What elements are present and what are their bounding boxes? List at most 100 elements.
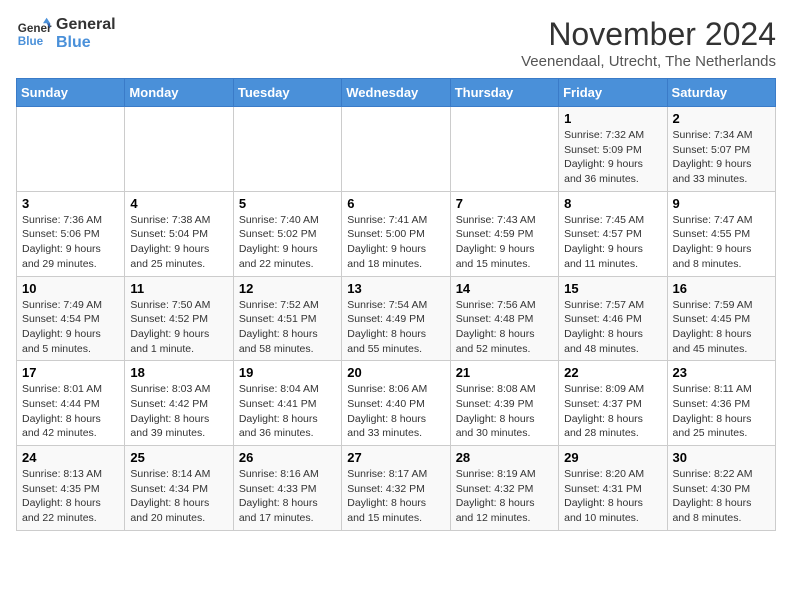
day-info: Sunrise: 7:40 AM Sunset: 5:02 PM Dayligh… — [239, 213, 336, 272]
day-number: 30 — [673, 450, 770, 465]
day-number: 20 — [347, 365, 444, 380]
svg-text:Blue: Blue — [18, 35, 44, 48]
weekday-header: Wednesday — [342, 79, 450, 107]
calendar-cell: 20 Sunrise: 8:06 AM Sunset: 4:40 PM Dayli… — [342, 361, 450, 446]
calendar-cell: 19Sunrise: 8:04 AM Sunset: 4:41 PM Dayli… — [233, 361, 341, 446]
calendar-cell: 16Sunrise: 7:59 AM Sunset: 4:45 PM Dayli… — [667, 276, 775, 361]
weekday-header: Tuesday — [233, 79, 341, 107]
month-title: November 2024 — [521, 16, 776, 53]
calendar-cell: 4 Sunrise: 7:38 AM Sunset: 5:04 PM Daylig… — [125, 191, 233, 276]
day-info: Sunrise: 8:03 AM Sunset: 4:42 PM Dayligh… — [130, 382, 227, 441]
day-info: Sunrise: 8:01 AM Sunset: 4:44 PM Dayligh… — [22, 382, 119, 441]
calendar-week-row: 3Sunrise: 7:36 AM Sunset: 5:06 PM Daylig… — [17, 191, 776, 276]
logo-icon: General Blue — [16, 16, 52, 52]
day-number: 22 — [564, 365, 661, 380]
calendar-cell: 2Sunrise: 7:34 AM Sunset: 5:07 PM Daylig… — [667, 107, 775, 192]
day-number: 25 — [130, 450, 227, 465]
day-number: 6 — [347, 196, 444, 211]
day-info: Sunrise: 7:45 AM Sunset: 4:57 PM Dayligh… — [564, 213, 661, 272]
day-info: Sunrise: 8:19 AM Sunset: 4:32 PM Dayligh… — [456, 467, 553, 526]
calendar-cell: 12 Sunrise: 7:52 AM Sunset: 4:51 PM Dayli… — [233, 276, 341, 361]
calendar-cell: 21 Sunrise: 8:08 AM Sunset: 4:39 PM Dayli… — [450, 361, 558, 446]
logo-line1: General — [56, 16, 116, 34]
calendar-cell: 9 Sunrise: 7:47 AM Sunset: 4:55 PM Daylig… — [667, 191, 775, 276]
calendar-cell — [233, 107, 341, 192]
day-number: 28 — [456, 450, 553, 465]
calendar-cell — [450, 107, 558, 192]
day-number: 13 — [347, 281, 444, 296]
day-number: 26 — [239, 450, 336, 465]
day-number: 3 — [22, 196, 119, 211]
day-number: 21 — [456, 365, 553, 380]
calendar-cell: 28 Sunrise: 8:19 AM Sunset: 4:32 PM Dayli… — [450, 446, 558, 531]
calendar-week-row: 17 Sunrise: 8:01 AM Sunset: 4:44 PM Dayli… — [17, 361, 776, 446]
page-header: General Blue General Blue November 2024 … — [16, 16, 776, 70]
calendar-cell: 7 Sunrise: 7:43 AM Sunset: 4:59 PM Daylig… — [450, 191, 558, 276]
day-number: 14 — [456, 281, 553, 296]
day-info: Sunrise: 7:43 AM Sunset: 4:59 PM Dayligh… — [456, 213, 553, 272]
day-number: 23 — [673, 365, 770, 380]
day-number: 19 — [239, 365, 336, 380]
logo-line2: Blue — [56, 34, 116, 52]
day-number: 10 — [22, 281, 119, 296]
day-info: Sunrise: 8:13 AM Sunset: 4:35 PM Dayligh… — [22, 467, 119, 526]
title-block: November 2024 Veenendaal, Utrecht, The N… — [521, 16, 776, 70]
calendar-cell: 17 Sunrise: 8:01 AM Sunset: 4:44 PM Dayli… — [17, 361, 125, 446]
weekday-header: Thursday — [450, 79, 558, 107]
day-info: Sunrise: 7:49 AM Sunset: 4:54 PM Dayligh… — [22, 298, 119, 357]
calendar-cell: 1 Sunrise: 7:32 AM Sunset: 5:09 PM Daylig… — [559, 107, 667, 192]
day-info: Sunrise: 7:56 AM Sunset: 4:48 PM Dayligh… — [456, 298, 553, 357]
calendar-cell: 8 Sunrise: 7:45 AM Sunset: 4:57 PM Daylig… — [559, 191, 667, 276]
calendar-cell: 26Sunrise: 8:16 AM Sunset: 4:33 PM Dayli… — [233, 446, 341, 531]
calendar-cell: 22 Sunrise: 8:09 AM Sunset: 4:37 PM Dayli… — [559, 361, 667, 446]
calendar-cell: 27Sunrise: 8:17 AM Sunset: 4:32 PM Dayli… — [342, 446, 450, 531]
calendar-cell: 14 Sunrise: 7:56 AM Sunset: 4:48 PM Dayli… — [450, 276, 558, 361]
calendar-cell: 10 Sunrise: 7:49 AM Sunset: 4:54 PM Dayli… — [17, 276, 125, 361]
calendar-week-row: 10 Sunrise: 7:49 AM Sunset: 4:54 PM Dayli… — [17, 276, 776, 361]
calendar-week-row: 24 Sunrise: 8:13 AM Sunset: 4:35 PM Dayli… — [17, 446, 776, 531]
day-number: 27 — [347, 450, 444, 465]
day-info: Sunrise: 7:32 AM Sunset: 5:09 PM Dayligh… — [564, 128, 661, 187]
logo: General Blue General Blue — [16, 16, 116, 52]
calendar-cell — [17, 107, 125, 192]
day-number: 8 — [564, 196, 661, 211]
day-info: Sunrise: 7:54 AM Sunset: 4:49 PM Dayligh… — [347, 298, 444, 357]
calendar-table: SundayMondayTuesdayWednesdayThursdayFrid… — [16, 78, 776, 531]
day-number: 17 — [22, 365, 119, 380]
calendar-cell: 30 Sunrise: 8:22 AM Sunset: 4:30 PM Dayli… — [667, 446, 775, 531]
day-info: Sunrise: 7:47 AM Sunset: 4:55 PM Dayligh… — [673, 213, 770, 272]
day-info: Sunrise: 7:41 AM Sunset: 5:00 PM Dayligh… — [347, 213, 444, 272]
day-info: Sunrise: 8:09 AM Sunset: 4:37 PM Dayligh… — [564, 382, 661, 441]
weekday-header: Monday — [125, 79, 233, 107]
day-number: 7 — [456, 196, 553, 211]
day-info: Sunrise: 7:52 AM Sunset: 4:51 PM Dayligh… — [239, 298, 336, 357]
calendar-cell — [125, 107, 233, 192]
day-number: 9 — [673, 196, 770, 211]
svg-text:General: General — [18, 22, 52, 35]
day-info: Sunrise: 7:59 AM Sunset: 4:45 PM Dayligh… — [673, 298, 770, 357]
day-info: Sunrise: 7:34 AM Sunset: 5:07 PM Dayligh… — [673, 128, 770, 187]
day-number: 4 — [130, 196, 227, 211]
calendar-week-row: 1 Sunrise: 7:32 AM Sunset: 5:09 PM Daylig… — [17, 107, 776, 192]
calendar-cell: 15Sunrise: 7:57 AM Sunset: 4:46 PM Dayli… — [559, 276, 667, 361]
day-number: 15 — [564, 281, 661, 296]
day-number: 12 — [239, 281, 336, 296]
day-info: Sunrise: 7:50 AM Sunset: 4:52 PM Dayligh… — [130, 298, 227, 357]
day-info: Sunrise: 8:06 AM Sunset: 4:40 PM Dayligh… — [347, 382, 444, 441]
weekday-header-row: SundayMondayTuesdayWednesdayThursdayFrid… — [17, 79, 776, 107]
day-info: Sunrise: 8:14 AM Sunset: 4:34 PM Dayligh… — [130, 467, 227, 526]
weekday-header: Saturday — [667, 79, 775, 107]
calendar-cell: 5Sunrise: 7:40 AM Sunset: 5:02 PM Daylig… — [233, 191, 341, 276]
calendar-cell: 11 Sunrise: 7:50 AM Sunset: 4:52 PM Dayli… — [125, 276, 233, 361]
calendar-cell: 13 Sunrise: 7:54 AM Sunset: 4:49 PM Dayli… — [342, 276, 450, 361]
day-number: 1 — [564, 111, 661, 126]
calendar-cell — [342, 107, 450, 192]
day-number: 24 — [22, 450, 119, 465]
day-info: Sunrise: 8:08 AM Sunset: 4:39 PM Dayligh… — [456, 382, 553, 441]
day-info: Sunrise: 7:38 AM Sunset: 5:04 PM Dayligh… — [130, 213, 227, 272]
calendar-cell: 18Sunrise: 8:03 AM Sunset: 4:42 PM Dayli… — [125, 361, 233, 446]
day-info: Sunrise: 8:22 AM Sunset: 4:30 PM Dayligh… — [673, 467, 770, 526]
location-subtitle: Veenendaal, Utrecht, The Netherlands — [521, 53, 776, 70]
calendar-cell: 23Sunrise: 8:11 AM Sunset: 4:36 PM Dayli… — [667, 361, 775, 446]
day-number: 11 — [130, 281, 227, 296]
